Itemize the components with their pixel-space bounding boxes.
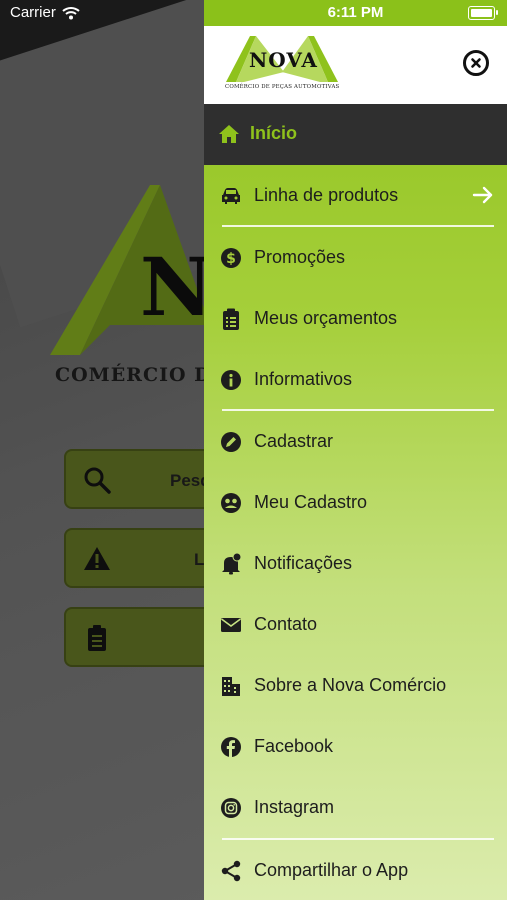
- instagram-icon: [221, 798, 241, 818]
- menu-item-label: Notificações: [254, 553, 353, 573]
- logo-name: NOVA: [249, 48, 318, 72]
- home-icon: [219, 125, 239, 143]
- menu-item-my-quotes[interactable]: Meus orçamentos: [204, 288, 507, 348]
- menu-item-label: Promoções: [254, 247, 346, 267]
- logo-subtitle: COMÉRCIO DE PEÇAS AUTOMOTIVAS: [225, 84, 340, 90]
- share-icon: [221, 860, 241, 882]
- menu-item-label: Cadastrar: [254, 431, 334, 451]
- envelope-icon: [221, 618, 241, 632]
- menu-item-label: Compartilhar o App: [254, 860, 409, 880]
- menu-item-label: Instagram: [254, 797, 335, 817]
- svg-text:$: $: [226, 251, 236, 267]
- close-button[interactable]: [463, 50, 489, 76]
- nova-logo: NOVA COMÉRCIO DE PEÇAS AUTOMOTIVAS: [224, 34, 340, 96]
- menu-item-label: Contato: [254, 614, 318, 634]
- menu-item-notifications[interactable]: Notificações: [204, 533, 507, 593]
- menu-item-label: Informativos: [254, 369, 353, 389]
- menu-item-share-app[interactable]: Compartilhar o App: [204, 840, 507, 900]
- menu-item-informative[interactable]: Informativos: [204, 349, 507, 409]
- status-carrier: Carrier: [10, 4, 80, 21]
- menu-item-promotions[interactable]: $ Promoções: [204, 227, 507, 287]
- menu-item-label: Linha de produtos: [254, 185, 399, 205]
- menu-item-instagram[interactable]: Instagram: [204, 777, 507, 837]
- menu-item-home[interactable]: Início: [204, 104, 507, 165]
- menu-item-contact[interactable]: Contato: [204, 594, 507, 654]
- arrow-right-icon: [472, 186, 493, 204]
- menu-item-label: Facebook: [254, 736, 334, 756]
- menu-item-label: Meus orçamentos: [254, 308, 398, 328]
- close-icon: [471, 58, 481, 68]
- dollar-circle-icon: $: [221, 248, 241, 268]
- menu-item-product-lines[interactable]: Linha de produtos: [204, 165, 507, 225]
- building-icon: [222, 677, 240, 696]
- facebook-icon: [221, 737, 241, 757]
- clipboard-list-icon: [223, 308, 239, 330]
- menu-item-register[interactable]: Cadastrar: [204, 411, 507, 471]
- wifi-icon: [62, 6, 80, 19]
- status-time: 6:11 PM: [327, 4, 384, 21]
- pencil-circle-icon: [221, 432, 241, 452]
- carrier-label: Carrier: [10, 4, 56, 21]
- menu-item-my-profile[interactable]: Meu Cadastro: [204, 472, 507, 532]
- menu-item-label: Sobre a Nova Comércio: [254, 675, 447, 695]
- user-circle-icon: [221, 493, 241, 513]
- info-circle-icon: [221, 370, 241, 390]
- menu-item-about[interactable]: Sobre a Nova Comércio: [204, 655, 507, 715]
- home-label: Início: [250, 123, 298, 143]
- navigation-drawer: NOVA COMÉRCIO DE PEÇAS AUTOMOTIVAS Iníci…: [204, 0, 507, 900]
- drawer-header: NOVA COMÉRCIO DE PEÇAS AUTOMOTIVAS: [204, 26, 507, 104]
- battery-icon: [468, 6, 498, 20]
- bell-icon: [222, 553, 242, 575]
- menu-item-facebook[interactable]: Facebook: [204, 716, 507, 776]
- menu-item-label: Meu Cadastro: [254, 492, 368, 512]
- car-icon: [222, 188, 240, 204]
